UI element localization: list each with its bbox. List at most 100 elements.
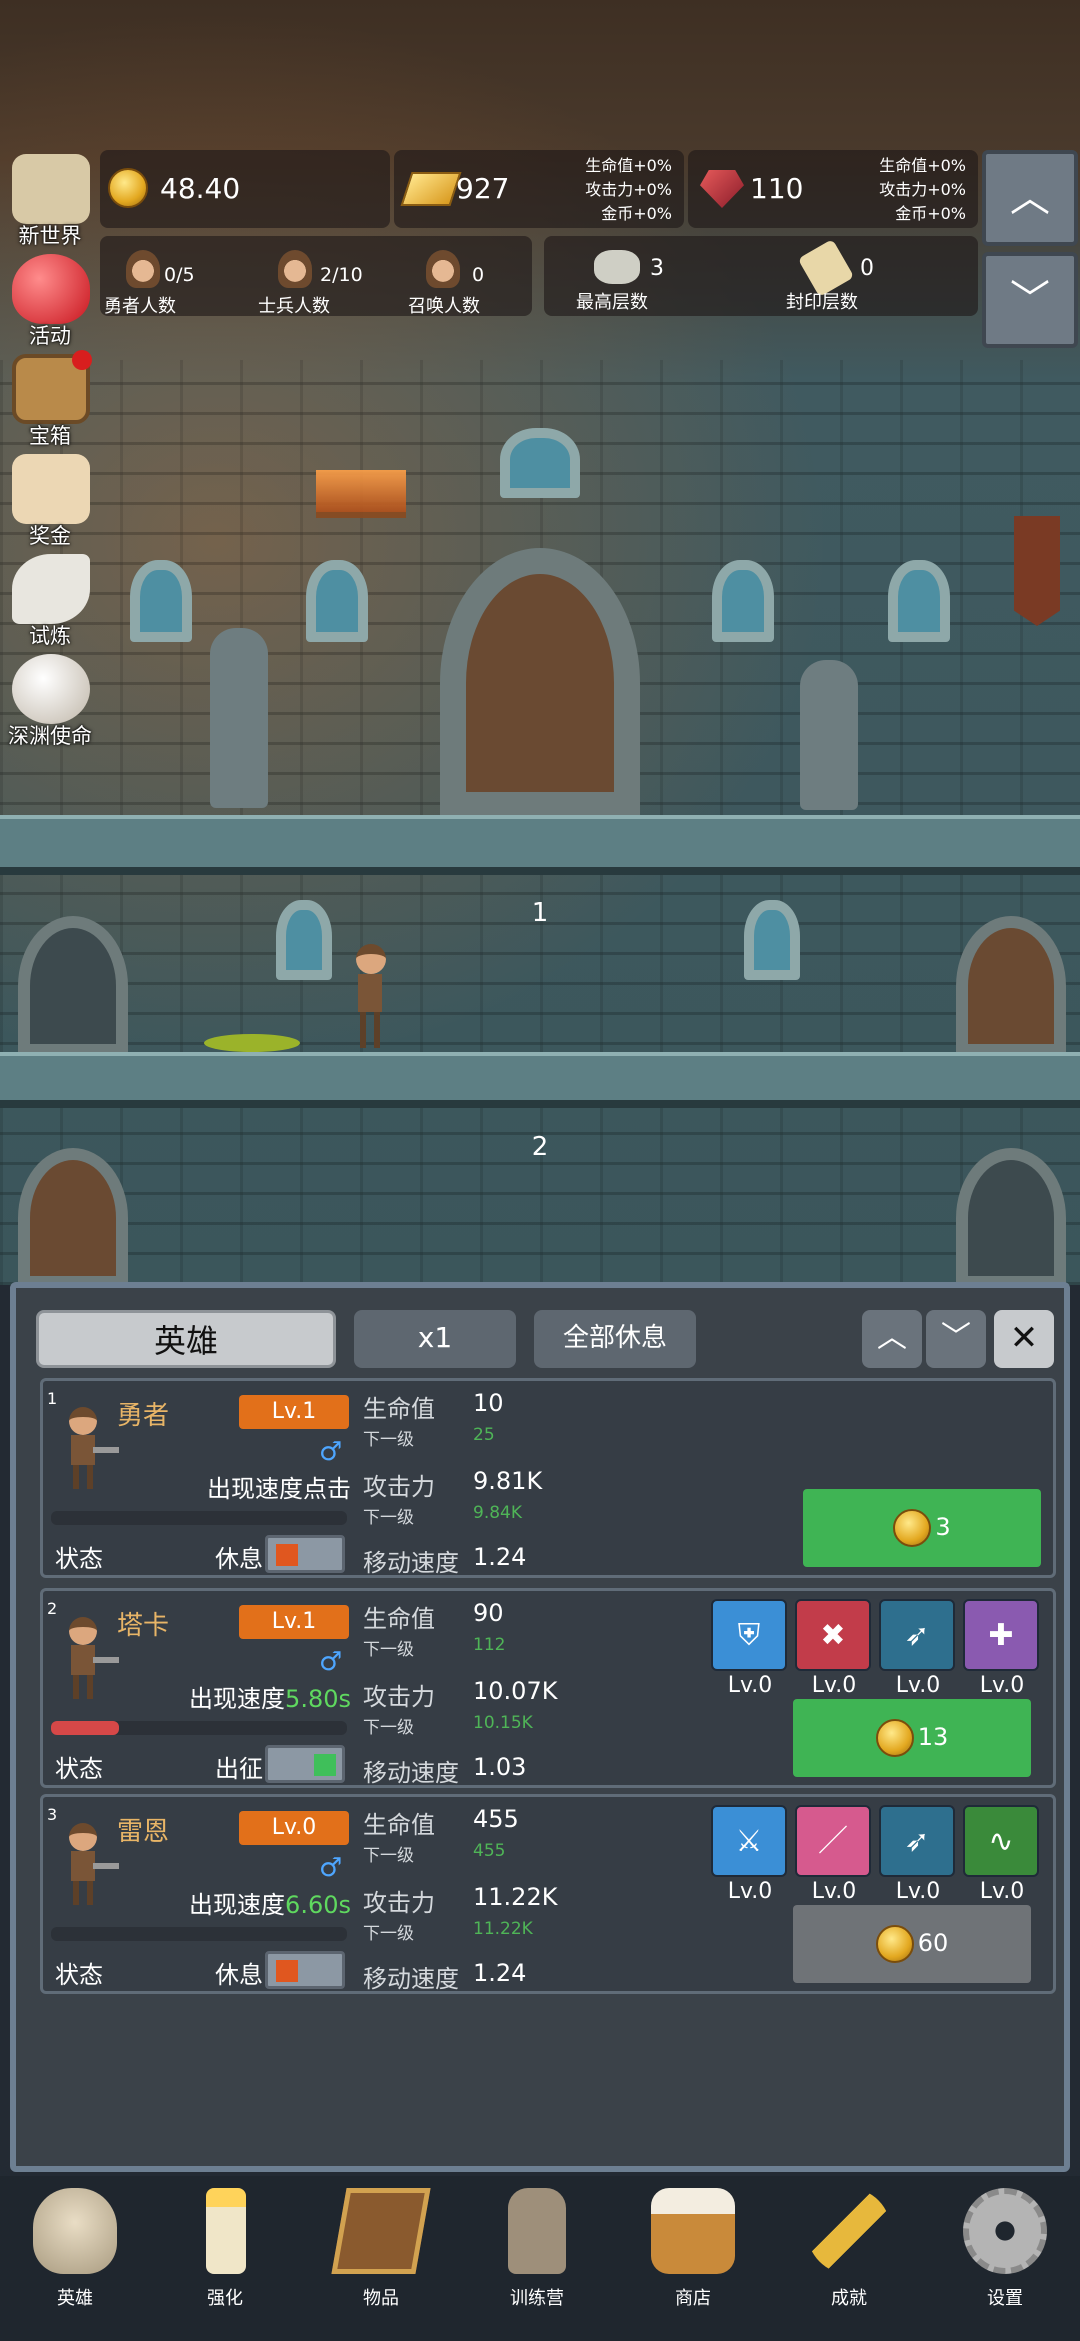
shield-skill-icon[interactable]: ⛨	[711, 1599, 787, 1671]
upgrade-button-disabled[interactable]: 60	[793, 1905, 1031, 1983]
hero-card[interactable]: 1 勇者 Lv.1 ♂ 出现速度点击 状态 休息 生命值 10 下一级 25 攻…	[40, 1378, 1056, 1578]
hp-next-value: 112	[473, 1635, 506, 1655]
male-icon: ♂	[319, 1437, 343, 1467]
atk-next-value: 10.15K	[473, 1713, 533, 1733]
state-label: 状态	[55, 1545, 103, 1573]
toggle-knob	[314, 1754, 336, 1776]
hero-number: 1	[47, 1389, 58, 1408]
toggle-knob	[276, 1960, 298, 1982]
tab-shop[interactable]: 商店	[618, 2188, 768, 2338]
deploy-toggle[interactable]	[265, 1535, 345, 1573]
spawn-speed: 出现速度5.80s	[51, 1679, 351, 1714]
bonus-hp: 生命值+0%	[879, 156, 966, 175]
gold-resource: 48.40	[100, 150, 390, 228]
hero-number: 2	[47, 1599, 58, 1618]
speed-multiplier-button[interactable]: x1	[354, 1310, 516, 1368]
next-level-label: 下一级	[363, 1718, 414, 1738]
banner	[1014, 516, 1060, 626]
bonus-atk: 攻击力+0%	[585, 180, 672, 199]
hero-name: 雷恩	[117, 1817, 170, 1847]
dagger-skill-icon[interactable]: ／	[795, 1805, 871, 1877]
collapse-up-button[interactable]: ︿	[862, 1310, 922, 1368]
atk-label: 攻击力	[363, 1683, 435, 1711]
scroll-up-button[interactable]: ︿	[982, 150, 1078, 246]
hero-number: 3	[47, 1805, 58, 1824]
castle-window	[130, 560, 192, 642]
tab-label: 物品	[363, 2288, 399, 2309]
tab-hero-title[interactable]: 英雄	[36, 1310, 336, 1368]
atk-value: 11.22K	[473, 1883, 558, 1911]
side-chest[interactable]: 宝箱	[0, 350, 100, 450]
side-trial[interactable]: 试炼	[0, 550, 100, 650]
serpent-skill-icon[interactable]: ∿	[963, 1805, 1039, 1877]
scroll-down-button[interactable]: ﹀	[982, 252, 1078, 348]
unit-counts: 0/5 勇者人数 2/10 士兵人数 0 召唤人数	[100, 236, 532, 317]
hero-card[interactable]: 3 雷恩 Lv.0 ♂ 出现速度6.60s 状态 休息 生命值 455 下一级 …	[40, 1794, 1056, 1994]
rest-all-button[interactable]: 全部休息	[534, 1310, 696, 1368]
side-new-world[interactable]: 新世界	[0, 150, 100, 250]
gear-icon	[963, 2188, 1047, 2274]
skull-icon	[33, 2188, 117, 2274]
state-label: 状态	[55, 1755, 103, 1783]
atk-label: 攻击力	[363, 1473, 435, 1501]
hero-head-icon	[126, 250, 160, 288]
atk-next-value: 11.22K	[473, 1919, 533, 1939]
tab-enhance[interactable]: 强化	[150, 2188, 300, 2338]
level-badge: Lv.0	[239, 1811, 349, 1845]
max-floor-value: 3	[650, 256, 664, 281]
bonus-atk: 攻击力+0%	[879, 180, 966, 199]
skill-level: Lv.0	[895, 1673, 941, 1698]
summon-count-label: 召唤人数	[408, 296, 480, 317]
tab-items[interactable]: 物品	[306, 2188, 456, 2338]
gold-bar-resource: 927 生命值+0% 攻击力+0% 金币+0%	[394, 150, 684, 228]
soldier-count: 2/10	[320, 264, 363, 286]
side-abyss-mission[interactable]: 深渊使命	[0, 650, 100, 750]
floor-ledge	[0, 815, 1080, 875]
state-value: 休息	[215, 1545, 263, 1573]
axe-skill-icon[interactable]: ✖	[795, 1599, 871, 1671]
lantern-icon	[508, 2188, 566, 2274]
tab-achievements[interactable]: 成就	[774, 2188, 924, 2338]
castle-window	[712, 560, 774, 642]
bonus-list: 生命值+0% 攻击力+0% 金币+0%	[879, 154, 966, 226]
side-event[interactable]: 活动	[0, 250, 100, 350]
side-label: 试炼	[29, 624, 71, 648]
atk-value: 10.07K	[473, 1677, 558, 1705]
skill-level: Lv.0	[979, 1673, 1025, 1698]
map-icon	[12, 154, 90, 224]
wooden-door	[18, 1148, 128, 1285]
side-bonus[interactable]: 奖金	[0, 450, 100, 550]
next-level-label: 下一级	[363, 1430, 414, 1450]
hero-card[interactable]: 2 塔卡 Lv.1 ♂ 出现速度5.80s 状态 出征 生命值 90 下一级 1…	[40, 1588, 1056, 1788]
collapse-down-button[interactable]: ﹀	[926, 1310, 986, 1368]
crossbow-skill-icon[interactable]: ✚	[963, 1599, 1039, 1671]
deploy-toggle[interactable]	[265, 1951, 345, 1989]
upgrade-button[interactable]: 13	[793, 1699, 1031, 1777]
castle-window	[306, 560, 368, 642]
tab-label: 成就	[831, 2288, 867, 2309]
soldier-head-icon	[278, 250, 312, 288]
feather-icon	[12, 554, 90, 624]
level-badge: Lv.1	[239, 1605, 349, 1639]
spawn-speed: 出现速度点击	[51, 1469, 351, 1504]
sword-skill-icon[interactable]: ⚔	[711, 1805, 787, 1877]
boots-skill-icon[interactable]: ➶	[879, 1805, 955, 1877]
tab-settings[interactable]: 设置	[930, 2188, 1080, 2338]
barred-door	[18, 916, 128, 1056]
state-value: 出征	[215, 1755, 263, 1783]
hp-value: 90	[473, 1599, 504, 1627]
gold-coin-icon	[108, 168, 148, 208]
gem-resource: 110 生命值+0% 攻击力+0% 金币+0%	[688, 150, 978, 228]
tab-training[interactable]: 训练营	[462, 2188, 612, 2338]
tab-heroes[interactable]: 英雄	[0, 2188, 150, 2338]
close-icon[interactable]: ✕	[994, 1310, 1054, 1368]
hp-label: 生命值	[363, 1811, 435, 1839]
gold-coin-icon	[875, 1925, 914, 1963]
soldier-count-label: 士兵人数	[258, 296, 330, 317]
max-floor-label: 最高层数	[576, 292, 648, 313]
bottom-tab-bar: 英雄 强化 物品 训练营 商店 成就 设置	[0, 2176, 1080, 2341]
spawn-speed-value: 6.60s	[285, 1891, 351, 1919]
upgrade-button[interactable]: 3	[803, 1489, 1041, 1567]
boots-skill-icon[interactable]: ➶	[879, 1599, 955, 1671]
deploy-toggle[interactable]	[265, 1745, 345, 1783]
